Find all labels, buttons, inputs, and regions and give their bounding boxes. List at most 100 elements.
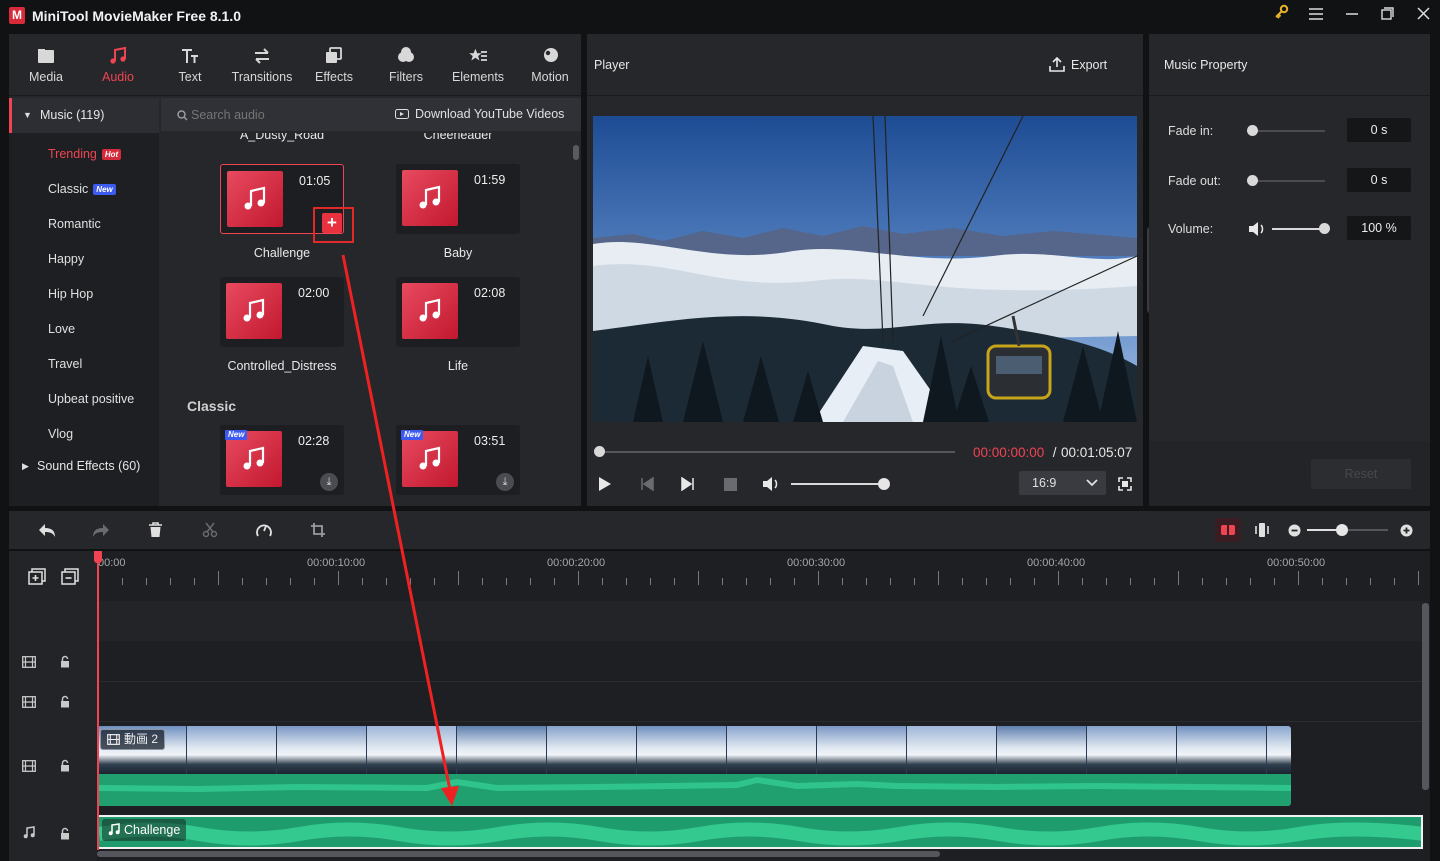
- lock-icon[interactable]: [60, 655, 70, 668]
- ruler-tick: [1178, 571, 1179, 585]
- ruler-tick: [290, 578, 291, 585]
- split-icon[interactable]: [202, 522, 218, 538]
- timeline-vertical-scrollbar[interactable]: [1422, 603, 1429, 790]
- category-trending[interactable]: Trending Hot: [9, 137, 159, 172]
- current-time: 00:00:00:00: [973, 445, 1045, 460]
- music-note-icon: [419, 185, 441, 209]
- library-scrollbar[interactable]: [573, 145, 579, 160]
- play-icon[interactable]: [598, 476, 612, 492]
- audio-card-classic-2[interactable]: New 03:51 ⤓: [396, 425, 520, 495]
- motion-icon: [544, 48, 558, 62]
- download-icon[interactable]: ⤓: [496, 473, 514, 491]
- video-clip[interactable]: 動画 2: [97, 726, 1291, 806]
- menu-icon[interactable]: [1301, 4, 1331, 28]
- audio-card-classic-1[interactable]: New 02:28 ⤓: [220, 425, 344, 495]
- download-youtube-button[interactable]: Download YouTube Videos: [395, 98, 564, 131]
- category-love[interactable]: Love: [9, 312, 159, 347]
- playhead-handle[interactable]: [94, 551, 102, 563]
- fade-in-slider[interactable]: [1253, 130, 1325, 132]
- previous-frame-icon[interactable]: [640, 477, 654, 491]
- close-icon[interactable]: [1408, 4, 1438, 28]
- download-icon[interactable]: ⤓: [320, 473, 338, 491]
- aspect-ratio-select[interactable]: 16:9: [1019, 471, 1106, 495]
- zoom-in-icon[interactable]: [1400, 524, 1413, 537]
- zoom-knob[interactable]: [1336, 524, 1348, 536]
- speed-icon[interactable]: [255, 522, 273, 538]
- lock-icon[interactable]: [60, 759, 70, 772]
- add-to-timeline-button[interactable]: +: [322, 213, 342, 233]
- audio-card-controlled-distress[interactable]: 02:00: [220, 277, 344, 347]
- new-badge: New: [93, 184, 116, 196]
- category-happy[interactable]: Happy: [9, 242, 159, 277]
- ruler-tick: [1322, 578, 1323, 585]
- fullscreen-icon[interactable]: [1118, 477, 1132, 491]
- video-track-icon: [22, 760, 36, 772]
- lock-icon[interactable]: [60, 827, 70, 840]
- category-upbeat-positive[interactable]: Upbeat positive: [9, 382, 159, 417]
- audio-card-baby[interactable]: 01:59: [396, 164, 520, 234]
- tab-media[interactable]: Media: [10, 34, 82, 96]
- volume-icon[interactable]: [762, 476, 780, 492]
- ruler-tick: [506, 578, 507, 585]
- lock-icon[interactable]: [60, 695, 70, 708]
- fade-in-knob[interactable]: [1247, 125, 1258, 136]
- add-track-icon[interactable]: [28, 568, 46, 585]
- volume-knob[interactable]: [1319, 223, 1330, 234]
- tab-motion[interactable]: Motion: [514, 34, 586, 96]
- video-preview[interactable]: [593, 116, 1137, 422]
- tab-elements[interactable]: Elements: [442, 34, 514, 96]
- tab-audio[interactable]: Audio: [82, 34, 154, 96]
- remove-track-icon[interactable]: [61, 568, 79, 585]
- progress-knob[interactable]: [594, 446, 605, 457]
- volume-value[interactable]: 100 %: [1347, 216, 1411, 240]
- music-clip[interactable]: Challenge: [97, 815, 1423, 849]
- category-travel[interactable]: Travel: [9, 347, 159, 382]
- playhead[interactable]: [97, 553, 99, 850]
- zoom-out-icon[interactable]: [1288, 524, 1301, 537]
- category-romantic[interactable]: Romantic: [9, 207, 159, 242]
- video-track-icon: [22, 656, 36, 668]
- tab-filters[interactable]: Filters: [370, 34, 442, 96]
- search-audio-input[interactable]: [191, 105, 371, 125]
- fit-timeline-icon[interactable]: [1255, 522, 1269, 538]
- reset-button[interactable]: Reset: [1311, 459, 1411, 489]
- next-frame-icon[interactable]: [681, 477, 695, 491]
- tab-transitions[interactable]: Transitions: [226, 34, 298, 96]
- timeline-horizontal-scrollbar[interactable]: [97, 851, 940, 857]
- maximize-icon[interactable]: [1372, 4, 1402, 28]
- snap-toggle[interactable]: [1215, 518, 1241, 542]
- stop-icon[interactable]: [724, 478, 737, 491]
- delete-icon[interactable]: [148, 522, 163, 538]
- audio-icon: [110, 46, 126, 64]
- fade-out-knob[interactable]: [1247, 175, 1258, 186]
- redo-icon[interactable]: [92, 522, 110, 538]
- property-title: Music Property: [1164, 58, 1248, 72]
- category-label: Happy: [48, 252, 85, 266]
- sound-effects-group[interactable]: ▶ Sound Effects (60): [9, 451, 159, 481]
- undo-icon[interactable]: [38, 522, 56, 538]
- player-volume-slider[interactable]: [791, 483, 884, 485]
- player-progress-bar[interactable]: [599, 451, 955, 453]
- section-heading-classic: Classic: [187, 398, 237, 414]
- category-vlog[interactable]: Vlog: [9, 417, 159, 452]
- time-ruler[interactable]: 00:00 00:00:10:00 00:00:20:00 00:00:30:0…: [97, 551, 1430, 601]
- key-icon[interactable]: [1266, 4, 1296, 28]
- fade-in-value[interactable]: 0 s: [1347, 118, 1411, 142]
- filters-icon: [398, 47, 414, 62]
- fade-out-value[interactable]: 0 s: [1347, 168, 1411, 192]
- minimize-icon[interactable]: [1337, 4, 1367, 28]
- tab-text[interactable]: Text: [154, 34, 226, 96]
- ruler-tick: [890, 578, 891, 585]
- category-classic[interactable]: Classic New: [9, 172, 159, 207]
- ruler-tick: [1082, 578, 1083, 585]
- search-icon: [177, 110, 188, 121]
- export-button[interactable]: Export: [1049, 56, 1107, 72]
- tab-effects[interactable]: Effects: [298, 34, 370, 96]
- player-volume-knob[interactable]: [878, 478, 890, 490]
- audio-card-life[interactable]: 02:08: [396, 277, 520, 347]
- category-hip-hop[interactable]: Hip Hop: [9, 277, 159, 312]
- music-group[interactable]: ▼ Music (119): [9, 98, 159, 133]
- crop-icon[interactable]: [310, 522, 326, 538]
- volume-slider[interactable]: [1272, 228, 1325, 230]
- fade-out-slider[interactable]: [1253, 180, 1325, 182]
